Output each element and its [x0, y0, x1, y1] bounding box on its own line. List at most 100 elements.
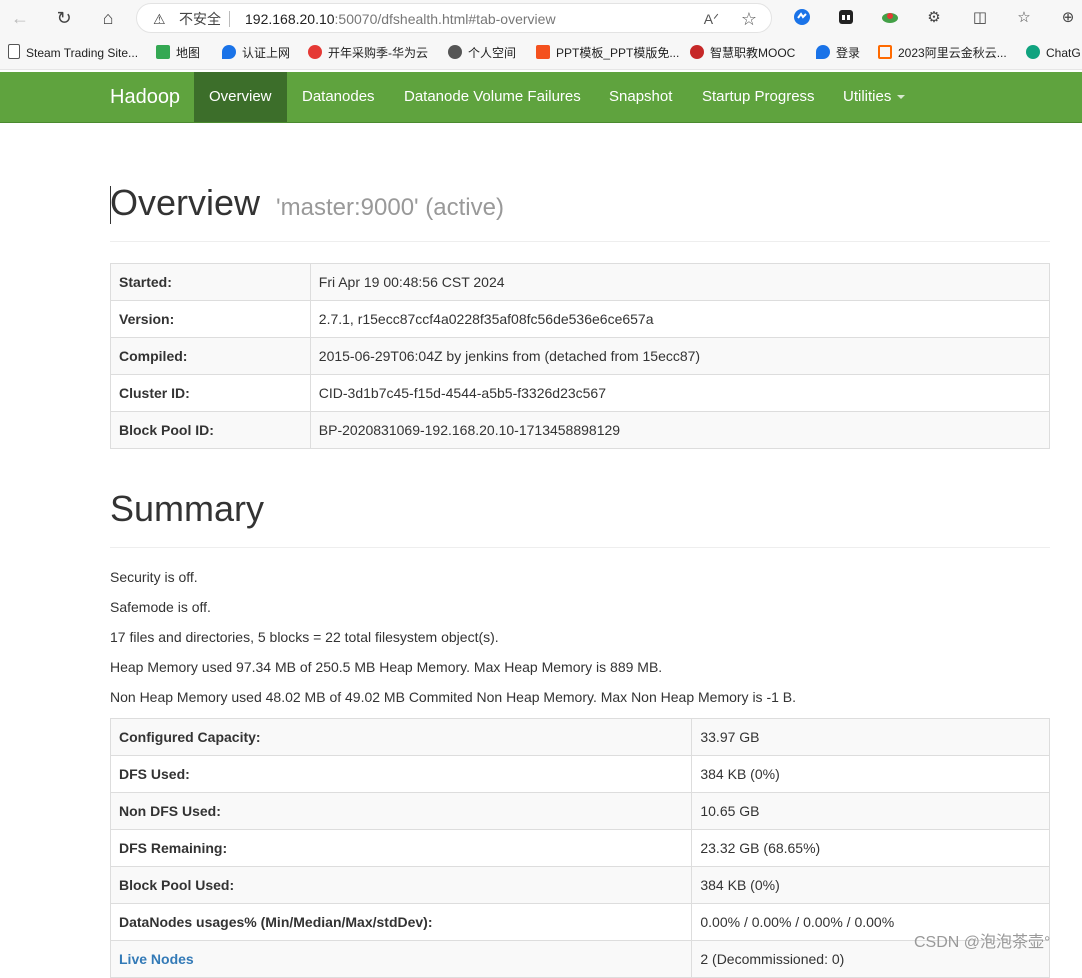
extensions-puzzle-icon[interactable]: ⚙	[924, 8, 944, 28]
row-value: Fri Apr 19 00:48:56 CST 2024	[309, 263, 1051, 301]
bookmark-login[interactable]: 登录	[816, 44, 860, 62]
row-value: 384 KB (0%)	[691, 755, 1050, 793]
url-path: :50070/dfshealth.html#tab-overview	[334, 11, 556, 27]
tab-snapshot[interactable]: Snapshot	[594, 72, 687, 122]
hadoop-navbar: Hadoop Overview Datanodes Datanode Volum…	[0, 72, 1082, 123]
extension-blue-icon[interactable]	[792, 8, 812, 28]
row-key: DFS Used:	[109, 755, 693, 793]
row-key: Non DFS Used:	[109, 792, 693, 830]
caret-down-icon	[897, 95, 906, 100]
huawei-icon	[308, 45, 322, 59]
globe-icon	[448, 45, 462, 59]
url-host: 192.168.20.10	[245, 11, 335, 27]
tab-volume-failures[interactable]: Datanode Volume Failures	[389, 72, 596, 122]
bookmark-label: ChatG	[1046, 46, 1081, 60]
extension-colorful-icon[interactable]	[880, 8, 900, 28]
browser-toolbar: ← ↻ ⌂ ⚠ 不安全 192.168.20.10:50070/dfshealt…	[0, 0, 1082, 36]
warning-icon: ⚠	[153, 11, 166, 27]
split-screen-icon[interactable]: ◫	[970, 8, 990, 28]
bookmark-map[interactable]: 地图	[156, 44, 200, 62]
back-arrow-icon[interactable]: ←	[8, 6, 32, 30]
insecure-label: 不安全	[179, 11, 221, 27]
bookmark-label: 个人空间	[468, 46, 517, 60]
divider	[110, 241, 1050, 242]
row-value: CID-3d1b7c45-f15d-4544-a5b5-f3326d23c567	[309, 374, 1051, 412]
row-value: 10.65 GB	[691, 792, 1050, 830]
page-icon	[8, 44, 20, 59]
drop-icon	[816, 45, 830, 59]
row-value: 2015-06-29T06:04Z by jenkins from (detac…	[309, 337, 1051, 375]
drop-icon	[222, 45, 236, 59]
bookmark-chatgpt[interactable]: ChatG	[1026, 44, 1081, 62]
address-separator	[229, 11, 230, 27]
live-nodes-link[interactable]: Live Nodes	[119, 951, 194, 967]
non-heap-memory: Non Heap Memory used 48.02 MB of 49.02 M…	[110, 689, 797, 705]
table-row: Cluster ID: CID-3d1b7c45-f15d-4544-a5b5-f…	[110, 374, 1051, 412]
bookmark-auth[interactable]: 认证上网	[222, 44, 290, 62]
reload-icon[interactable]: ↻	[52, 6, 76, 30]
bookmark-steam[interactable]: Steam Trading Site...	[8, 44, 138, 62]
row-value: 384 KB (0%)	[691, 866, 1050, 904]
table-row: Live Nodes 2 (Decommissioned: 0)	[109, 940, 1050, 978]
table-row: Block Pool Used: 384 KB (0%)	[109, 866, 1050, 904]
row-value: 2.7.1, r15ecc87ccf4a0228f35af08fc56de536…	[309, 300, 1051, 338]
overview-heading: Overview	[110, 182, 261, 223]
table-row: DFS Remaining: 23.32 GB (68.65%)	[109, 829, 1050, 867]
summary-heading: Summary	[110, 488, 265, 529]
watermark: CSDN @泡泡茶壶°	[914, 934, 1051, 951]
bookmark-mooc[interactable]: 智慧职教MOOC	[690, 44, 795, 62]
filesystem-objects: 17 files and directories, 5 blocks = 22 …	[110, 629, 499, 645]
row-key: Version:	[110, 300, 311, 338]
tab-startup-progress[interactable]: Startup Progress	[687, 72, 830, 122]
tab-datanodes[interactable]: Datanodes	[287, 72, 390, 122]
utilities-label: Utilities	[843, 88, 892, 105]
table-row: Configured Capacity: 33.97 GB	[109, 718, 1050, 756]
bookmark-label: 2023阿里云金秋云...	[898, 46, 1007, 60]
table-row: Block Pool ID: BP-2020831069-192.168.20.1…	[110, 411, 1051, 449]
row-key: DataNodes usages% (Min/Median/Max/stdDev…	[109, 903, 693, 941]
row-key: Cluster ID:	[110, 374, 311, 412]
bookmark-ppt[interactable]: PPT模板_PPT模版免...	[536, 44, 679, 62]
heap-memory: Heap Memory used 97.34 MB of 250.5 MB He…	[110, 659, 663, 675]
collections-icon[interactable]: ⊕	[1058, 8, 1078, 28]
overview-table: Started: Fri Apr 19 00:48:56 CST 2024 Ver…	[110, 263, 1051, 449]
url-text[interactable]: 192.168.20.10:50070/dfshealth.html#tab-o…	[245, 4, 556, 34]
bookmark-label: 登录	[836, 46, 861, 60]
mooc-icon	[690, 45, 704, 59]
address-bar[interactable]: ⚠ 不安全 192.168.20.10:50070/dfshealth.html…	[136, 3, 772, 33]
home-icon[interactable]: ⌂	[96, 6, 120, 30]
table-row: Non DFS Used: 10.65 GB	[109, 792, 1050, 830]
tab-overview[interactable]: Overview	[194, 72, 287, 122]
safemode-status: Safemode is off.	[110, 599, 211, 615]
brand-logo[interactable]: Hadoop	[110, 72, 180, 122]
summary-table: Configured Capacity: 33.97 GB DFS Used: 38…	[109, 718, 1050, 978]
bookmark-label: Steam Trading Site...	[26, 46, 139, 60]
table-row: Compiled: 2015-06-29T06:04Z by jenkins fr…	[110, 337, 1051, 375]
row-key: Compiled:	[110, 337, 311, 375]
row-value: 33.97 GB	[691, 718, 1050, 756]
aliyun-icon	[878, 45, 892, 59]
bookmark-label: PPT模板_PPT模版免...	[556, 46, 680, 60]
bookmark-aliyun[interactable]: 2023阿里云金秋云...	[878, 44, 1007, 62]
divider	[110, 547, 1050, 548]
favorite-star-icon[interactable]: ☆	[741, 4, 757, 34]
bookmark-personal[interactable]: 个人空间	[448, 44, 516, 62]
row-key: Configured Capacity:	[109, 718, 693, 756]
read-aloud-icon[interactable]: Aᐟ	[704, 4, 719, 34]
row-key: Block Pool Used:	[109, 866, 693, 904]
row-key: DFS Remaining:	[109, 829, 693, 867]
row-value: 23.32 GB (68.65%)	[691, 829, 1050, 867]
namenode-subtitle: 'master:9000' (active)	[276, 194, 504, 221]
row-key: Started:	[110, 263, 311, 301]
table-row: Version: 2.7.1, r15ecc87ccf4a0228f35af08f…	[110, 300, 1051, 338]
row-value: BP-2020831069-192.168.20.10-171345889812…	[309, 411, 1051, 449]
row-key: Live Nodes	[109, 940, 693, 978]
menu-utilities[interactable]: Utilities	[828, 72, 920, 122]
bookmark-huawei[interactable]: 开年采购季-华为云	[308, 44, 428, 62]
bookmark-label: 开年采购季-华为云	[328, 46, 428, 60]
extension-dark-icon[interactable]	[836, 8, 856, 28]
bookmark-label: 认证上网	[242, 46, 291, 60]
bookmark-label: 地图	[176, 46, 201, 60]
favorites-icon[interactable]: ☆	[1014, 8, 1034, 28]
security-status: Security is off.	[110, 569, 198, 585]
